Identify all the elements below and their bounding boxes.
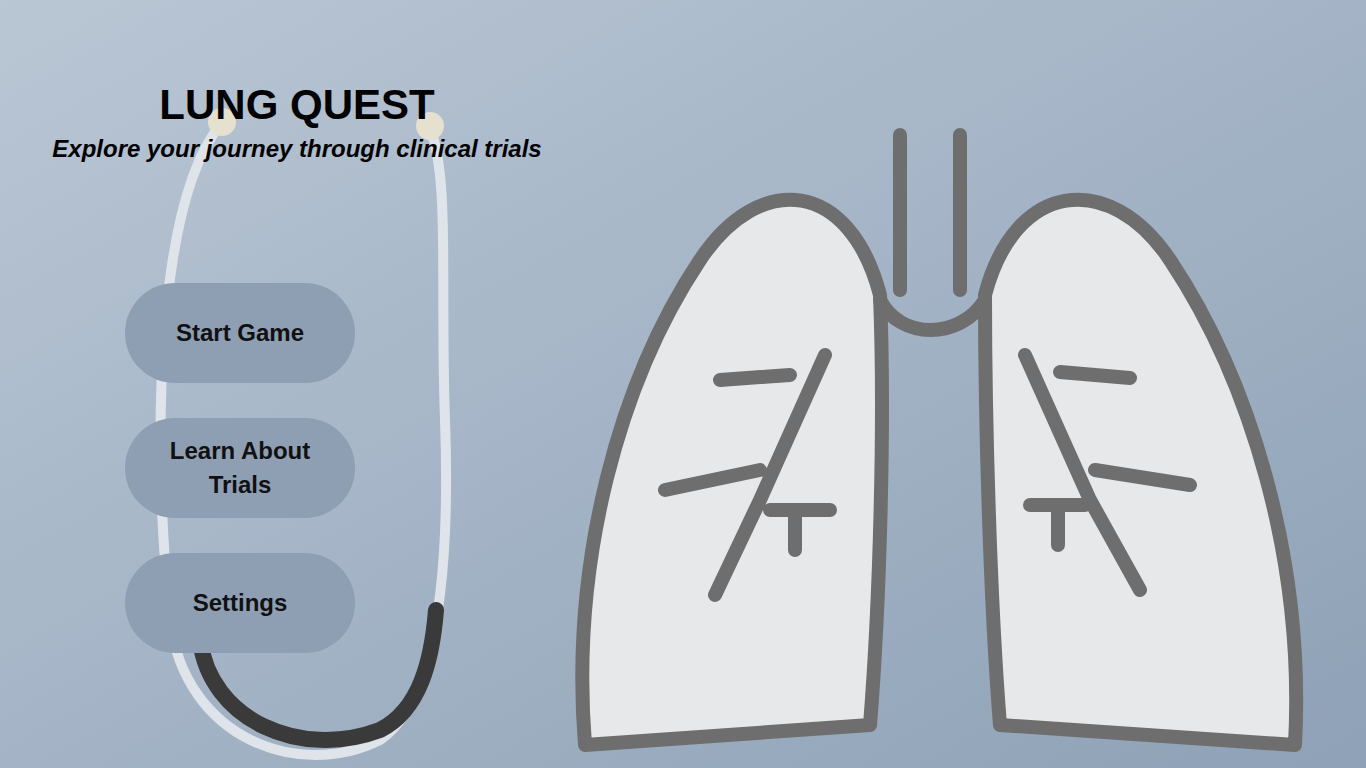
- main-menu-screen: LUNG QUESTExplore your journey through c…: [0, 0, 1366, 768]
- menu-button[interactable]: Learn About Trials: [125, 418, 355, 518]
- game-subtitle: Explore your journey through clinical tr…: [52, 132, 541, 166]
- menu-button[interactable]: Settings: [125, 553, 355, 653]
- game-title: LUNG QUEST: [159, 78, 434, 132]
- menu-column: LUNG QUESTExplore your journey through c…: [0, 0, 1366, 653]
- lungs-icon: [582, 135, 1296, 745]
- title-block: LUNG QUESTExplore your journey through c…: [12, 78, 582, 166]
- menu-button[interactable]: Start Game: [125, 283, 355, 383]
- menu-buttons: Start Game Learn About Trials Settings: [125, 283, 1366, 653]
